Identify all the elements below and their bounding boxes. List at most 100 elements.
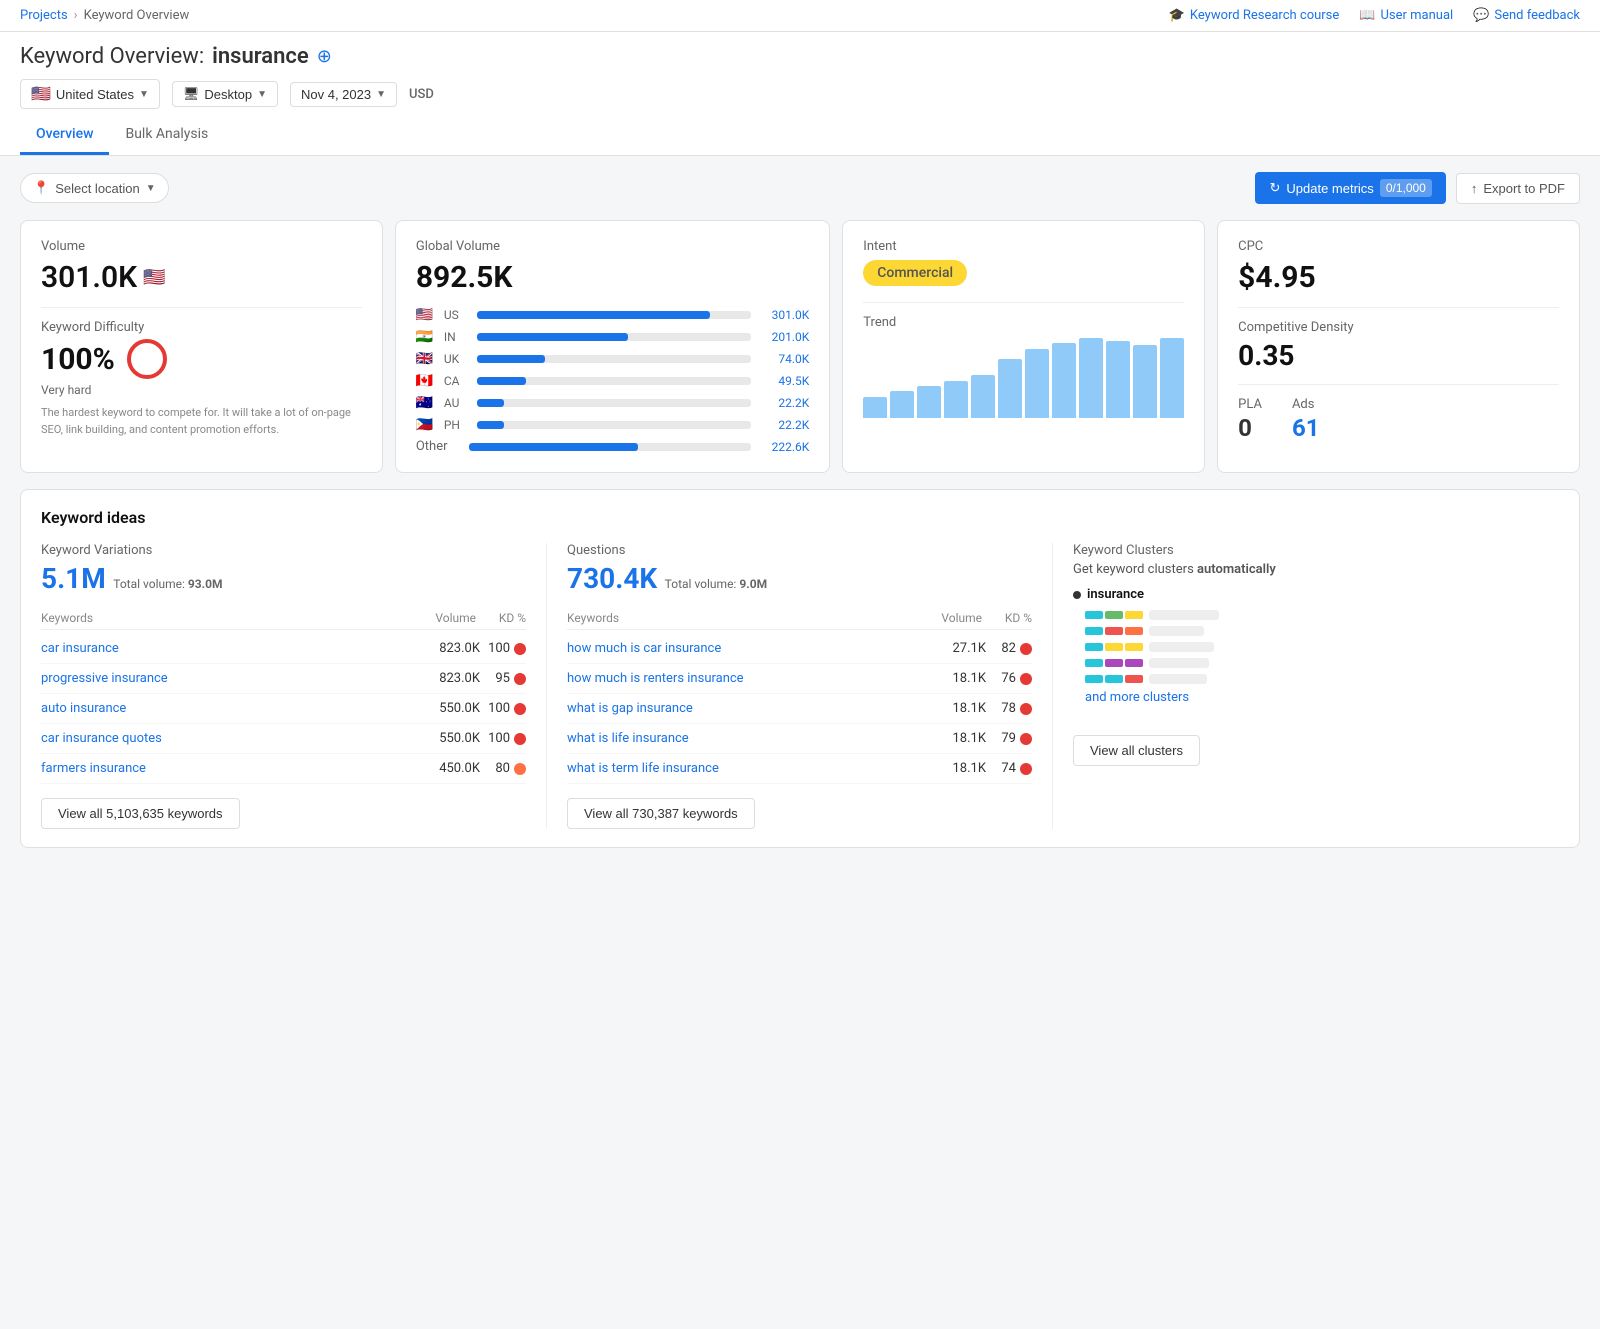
top-links: 🎓 Keyword Research course 📖 User manual … <box>1169 8 1580 23</box>
country-row: 🇮🇳 IN 201.0K <box>416 329 809 345</box>
bar-container <box>477 355 751 363</box>
table-row: car insurance 823.0K 100 <box>41 634 526 664</box>
keyword-link[interactable]: how much is renters insurance <box>567 671 916 686</box>
country-code: AU <box>444 396 469 410</box>
trend-bar <box>1106 341 1130 418</box>
questions-table: Keywords Volume KD % how much is car ins… <box>567 607 1032 784</box>
clusters-col: Keyword Clusters Get keyword clusters au… <box>1053 543 1559 829</box>
bar-fill <box>477 333 628 341</box>
intent-label: Intent <box>863 239 1184 254</box>
cluster-text-placeholder <box>1149 658 1209 668</box>
q-header-keywords: Keywords <box>567 611 912 625</box>
cpc-value: $4.95 <box>1238 260 1559 295</box>
keyword-link[interactable]: car insurance <box>41 641 410 656</box>
keyword-research-course-link[interactable]: 🎓 Keyword Research course <box>1169 8 1340 23</box>
view-all-questions-button[interactable]: View all 730,387 keywords <box>567 798 755 829</box>
kd-indicator <box>514 703 526 715</box>
keyword-link[interactable]: what is life insurance <box>567 731 916 746</box>
trend-chart <box>863 338 1184 418</box>
date-filter[interactable]: Nov 4, 2023 ▼ <box>290 82 397 107</box>
cluster-color-bar <box>1105 675 1123 683</box>
currency-label: USD <box>409 87 434 102</box>
update-metrics-button[interactable]: ↻ Update metrics 0/1,000 <box>1255 172 1445 204</box>
kd-value: 100% <box>41 339 362 379</box>
add-keyword-icon[interactable]: ⊕ <box>317 46 332 67</box>
keyword-link[interactable]: progressive insurance <box>41 671 410 686</box>
keyword-volume: 18.1K <box>916 701 986 716</box>
keyword-link[interactable]: what is term life insurance <box>567 761 916 776</box>
page-title: Keyword Overview: insurance ⊕ <box>20 44 1580 69</box>
keyword-link[interactable]: car insurance quotes <box>41 731 410 746</box>
user-manual-link[interactable]: 📖 User manual <box>1359 8 1453 23</box>
kd-difficulty-label: Very hard <box>41 383 362 397</box>
country-row: 🇦🇺 AU 22.2K <box>416 395 809 411</box>
trend-bar <box>890 391 914 418</box>
cluster-color-bar <box>1085 627 1103 635</box>
device-filter[interactable]: 🖥 Desktop ▼ <box>172 81 278 107</box>
trend-label: Trend <box>863 315 1184 330</box>
cluster-bars <box>1085 611 1143 619</box>
comp-density-value: 0.35 <box>1238 339 1559 372</box>
volume-label: Volume <box>41 239 362 254</box>
select-location-button[interactable]: 📍 Select location ▼ <box>20 173 169 203</box>
desktop-icon: 🖥 <box>183 86 200 102</box>
export-pdf-button[interactable]: ↑ Export to PDF <box>1456 173 1580 204</box>
trend-bar <box>1133 345 1157 418</box>
cluster-color-bar <box>1125 611 1143 619</box>
chevron-down-icon-4: ▼ <box>146 183 156 194</box>
intent-badge: Commercial <box>863 260 967 286</box>
top-bar: Projects › Keyword Overview 🎓 Keyword Re… <box>0 0 1600 32</box>
country-value: 201.0K <box>759 330 809 344</box>
cluster-color-bar <box>1105 643 1123 651</box>
cluster-text-placeholder <box>1149 642 1214 652</box>
list-item <box>1085 674 1559 684</box>
keyword-volume: 823.0K <box>410 671 480 686</box>
country-row: 🇬🇧 UK 74.0K <box>416 351 809 367</box>
bar-container <box>477 377 751 385</box>
country-code: CA <box>444 374 469 388</box>
breadcrumb: Projects › Keyword Overview <box>20 8 189 23</box>
view-all-variations-button[interactable]: View all 5,103,635 keywords <box>41 798 240 829</box>
keyword-link[interactable]: farmers insurance <box>41 761 410 776</box>
variations-rows: car insurance 823.0K 100 progressive ins… <box>41 634 526 784</box>
breadcrumb-sep: › <box>74 8 78 23</box>
variations-title: Keyword Variations <box>41 543 526 558</box>
clusters-desc: Get keyword clusters automatically <box>1073 562 1559 577</box>
metrics-grid: Volume 301.0K 🇺🇸 Keyword Difficulty 100%… <box>20 220 1580 473</box>
kd-indicator <box>514 763 526 775</box>
other-label: Other <box>416 439 461 454</box>
q-header-volume: Volume <box>912 611 982 625</box>
and-more-clusters-link[interactable]: and more clusters <box>1085 690 1559 705</box>
bar-fill <box>477 399 504 407</box>
location-filter[interactable]: 🇺🇸 United States ▼ <box>20 79 160 109</box>
keyword-link[interactable]: auto insurance <box>41 701 410 716</box>
cluster-root: insurance <box>1073 587 1559 602</box>
table-row: auto insurance 550.0K 100 <box>41 694 526 724</box>
keyword-link[interactable]: how much is car insurance <box>567 641 916 656</box>
keyword-kd: 80 <box>480 761 510 776</box>
keyword-volume: 18.1K <box>916 731 986 746</box>
cluster-bars <box>1085 659 1143 667</box>
kd-indicator <box>1020 703 1032 715</box>
chevron-down-icon-2: ▼ <box>257 89 267 100</box>
chat-icon: 💬 <box>1473 8 1489 23</box>
keyword-volume: 450.0K <box>410 761 480 776</box>
tab-bulk-analysis[interactable]: Bulk Analysis <box>109 118 224 155</box>
global-volume-label: Global Volume <box>416 239 809 254</box>
keyword-kd: 82 <box>986 641 1016 656</box>
ideas-grid: Keyword Variations 5.1M Total volume: 93… <box>41 543 1559 829</box>
keyword-link[interactable]: what is gap insurance <box>567 701 916 716</box>
ads-value: 61 <box>1292 414 1320 442</box>
cluster-color-bar <box>1105 611 1123 619</box>
send-feedback-link[interactable]: 💬 Send feedback <box>1473 8 1580 23</box>
cluster-color-bar <box>1125 659 1143 667</box>
keyword-kd: 100 <box>480 731 510 746</box>
tab-overview[interactable]: Overview <box>20 118 109 155</box>
other-bar-container <box>469 443 751 451</box>
table-row: car insurance quotes 550.0K 100 <box>41 724 526 754</box>
global-volume-card: Global Volume 892.5K 🇺🇸 US 301.0K 🇮🇳 IN … <box>395 220 830 473</box>
breadcrumb-projects[interactable]: Projects <box>20 8 68 23</box>
keyword-kd: 74 <box>986 761 1016 776</box>
country-value: 22.2K <box>759 418 809 432</box>
view-all-clusters-button[interactable]: View all clusters <box>1073 735 1200 766</box>
